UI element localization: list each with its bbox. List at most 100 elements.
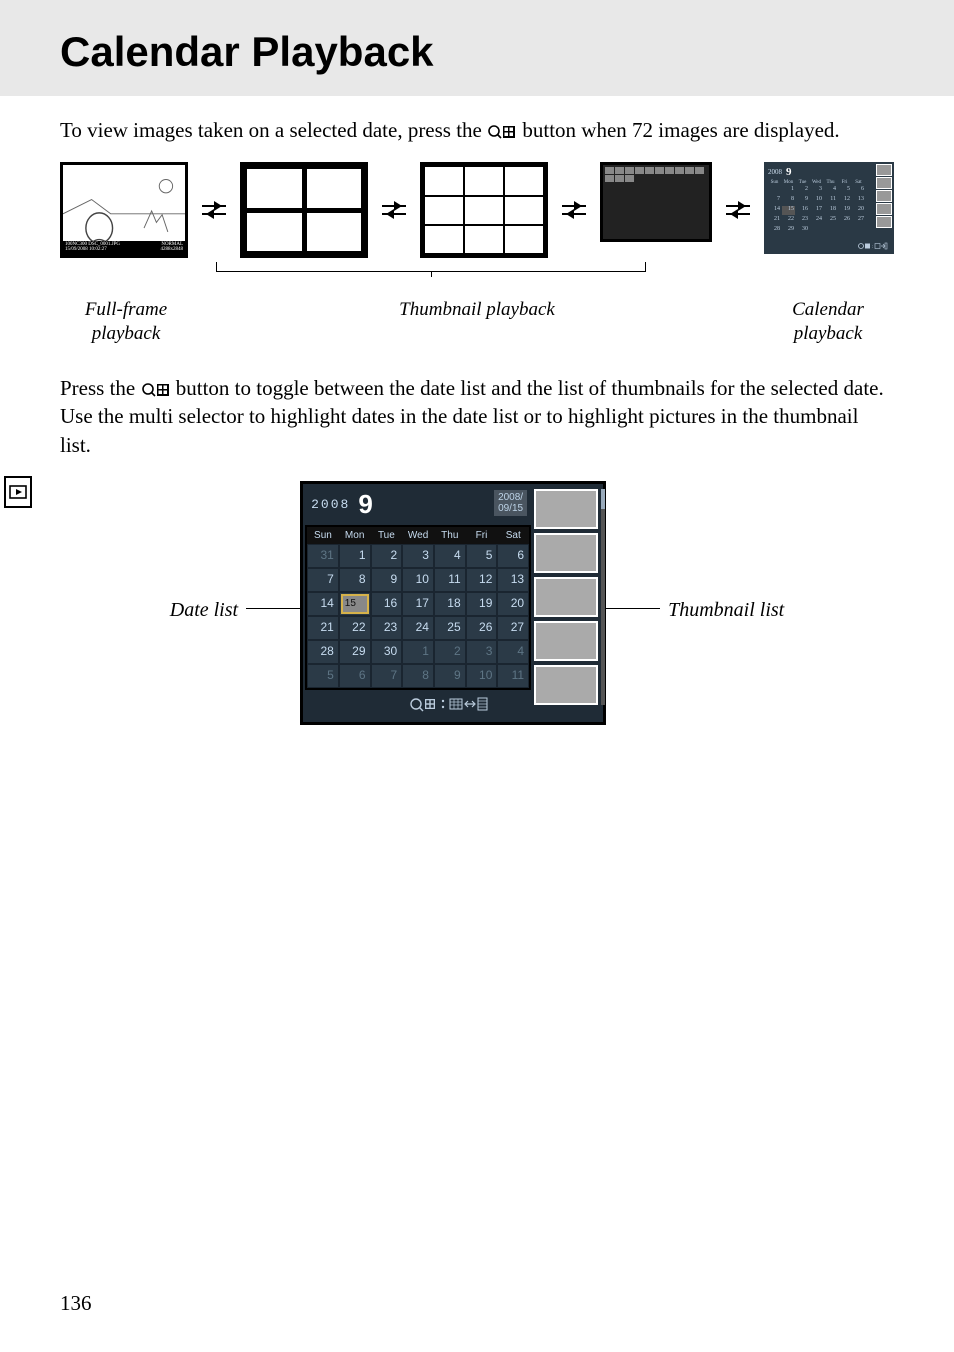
full-frame-cell: 100NC300 DSC_0001.JPG15/09/2008 10:02:27…	[60, 162, 188, 258]
mini-cal-year: 2008	[768, 168, 782, 176]
big-cal-grid-wrap: SunMonTueWedThuFriSat 311234567891011121…	[305, 525, 531, 690]
intro-paragraph: To view images taken on a selected date,…	[60, 116, 894, 144]
big-cal-thumbnails	[534, 489, 600, 705]
calendar-cell: 23	[371, 616, 403, 640]
big-cal-month: 9	[358, 489, 372, 520]
calendar-cell: 5	[466, 544, 498, 568]
thumb-scrollbar	[601, 489, 605, 705]
calendar-cell: 14	[307, 592, 339, 616]
thumbnail-bracket	[216, 262, 646, 272]
zoom-out-thumbnail-icon	[487, 124, 517, 140]
calendar-cell: 26	[466, 616, 498, 640]
big-calendar-wrap: Date list 2008 9 2008/ 09/15 SunMonTueWe…	[60, 481, 894, 725]
captions-row: Full-frame playback Thumbnail playback C…	[60, 298, 894, 346]
calendar-cell: 11	[497, 664, 529, 688]
thumb-9-cell	[420, 162, 548, 258]
calendar-cell: 15	[339, 592, 371, 616]
playback-icon	[9, 483, 27, 501]
caption-full-frame: Full-frame playback	[56, 298, 196, 346]
playback-diagram-row: 100NC300 DSC_0001.JPG15/09/2008 10:02:27…	[60, 162, 894, 258]
calendar-cell: 17	[402, 592, 434, 616]
big-cal-datebox: 2008/ 09/15	[494, 490, 527, 516]
calendar-cell: 13	[497, 568, 529, 592]
calendar-cell: 4	[497, 640, 529, 664]
calendar-cell: 10	[402, 568, 434, 592]
label-thumbnail-list: Thumbnail list	[668, 481, 784, 622]
page-title: Calendar Playback	[60, 28, 954, 76]
thumb-4-cell	[240, 162, 368, 258]
calendar-cell: 12	[466, 568, 498, 592]
calendar-cell: 6	[497, 544, 529, 568]
calendar-cell: 7	[307, 568, 339, 592]
full-frame-box: 100NC300 DSC_0001.JPG15/09/2008 10:02:27…	[60, 162, 188, 258]
calendar-cell: 1	[339, 544, 371, 568]
calendar-cell: 25	[434, 616, 466, 640]
calendar-cell: 22	[339, 616, 371, 640]
overlay-right: NORMAL4288x2848	[161, 242, 184, 254]
thumb-item	[534, 621, 598, 661]
p2-pre: Press the	[60, 376, 141, 400]
big-cal-weekdays: SunMonTueWedThuFriSat	[307, 527, 529, 544]
calendar-cell: 7	[371, 664, 403, 688]
intro-text-pre: To view images taken on a selected date,…	[60, 118, 487, 142]
calendar-cell: 21	[307, 616, 339, 640]
calendar-cell: 24	[402, 616, 434, 640]
caption-calendar: Calendar playback	[758, 298, 898, 346]
calendar-cell: 1	[402, 640, 434, 664]
arrow-pair-3	[560, 162, 588, 258]
arrow-pair-1	[200, 162, 228, 258]
calendar-cell: 29	[339, 640, 371, 664]
big-cal-year: 2008	[311, 497, 350, 512]
arrow-pair-4	[724, 162, 752, 258]
calendar-cell: 4	[434, 544, 466, 568]
calendar-cell: 3	[466, 640, 498, 664]
mini-cal-grid: 1234567891011121314151617181920212223242…	[768, 186, 890, 235]
mini-calendar-cell: 20089 SunMonTueWedThuFriSat 123456789101…	[764, 162, 894, 254]
big-cal-grid: 3112345678910111213141516171819202122232…	[307, 544, 529, 688]
calendar-cell: 5	[307, 664, 339, 688]
paragraph-2: Press the button to toggle between the d…	[60, 374, 894, 459]
calendar-cell: 18	[434, 592, 466, 616]
lead-line-left	[246, 608, 300, 609]
calendar-cell: 16	[371, 592, 403, 616]
big-calendar-pane: 2008 9 2008/ 09/15 SunMonTueWedThuFriSat…	[300, 481, 606, 725]
overlay-left: 100NC300 DSC_0001.JPG15/09/2008 10:02:27	[65, 242, 120, 254]
thumb-item	[534, 577, 598, 617]
thumb-4-grid	[240, 162, 368, 258]
p2-post: button to toggle between the date list a…	[60, 376, 884, 457]
mini-cal-weekdays: SunMonTueWedThuFriSat	[768, 180, 890, 185]
thumb-item	[534, 665, 598, 705]
calendar-cell: 6	[339, 664, 371, 688]
bracket-row	[60, 262, 894, 280]
calendar-cell: 3	[402, 544, 434, 568]
lead-line-right	[606, 608, 660, 609]
full-frame-overlay: 100NC300 DSC_0001.JPG15/09/2008 10:02:27…	[63, 241, 185, 255]
calendar-cell: 11	[434, 568, 466, 592]
playback-tab-icon	[4, 476, 32, 508]
calendar-cell: 19	[466, 592, 498, 616]
thumb-item	[534, 489, 598, 529]
calendar-cell: 30	[371, 640, 403, 664]
thumb-72-cell	[600, 162, 712, 242]
arrow-pair-2	[380, 162, 408, 258]
calendar-cell: 10	[466, 664, 498, 688]
datebox-line2: 09/15	[498, 503, 523, 514]
datebox-line1: 2008/	[498, 492, 523, 503]
calendar-cell: 8	[339, 568, 371, 592]
zoom-calendar-toggle-icon	[408, 696, 498, 717]
thumb-9-grid	[420, 162, 548, 258]
svg-text::: :	[872, 245, 873, 250]
label-date-list: Date list	[170, 481, 238, 622]
calendar-cell: 27	[497, 616, 529, 640]
thumb-item	[534, 533, 598, 573]
calendar-cell: 9	[434, 664, 466, 688]
header-band: Calendar Playback	[0, 0, 954, 96]
page-number: 136	[60, 1291, 92, 1316]
calendar-cell: 2	[371, 544, 403, 568]
mini-calendar: 20089 SunMonTueWedThuFriSat 123456789101…	[764, 162, 894, 254]
thumb-72-grid	[600, 162, 712, 242]
calendar-cell: 2	[434, 640, 466, 664]
page-content: To view images taken on a selected date,…	[0, 96, 954, 725]
calendar-cell: 9	[371, 568, 403, 592]
calendar-cell: 20	[497, 592, 529, 616]
